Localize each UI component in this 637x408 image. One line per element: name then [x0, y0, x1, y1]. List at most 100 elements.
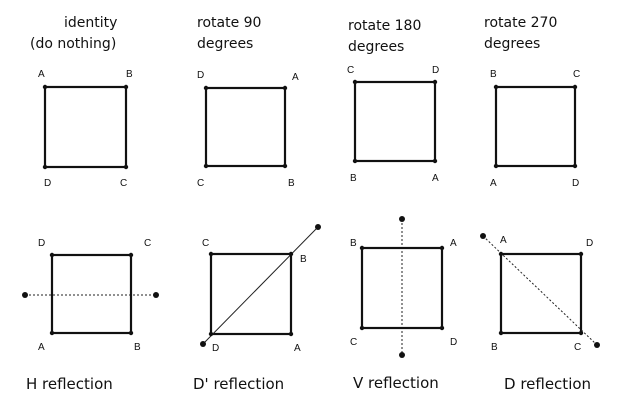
- vertex-label-bottom-right: C: [574, 342, 581, 353]
- vertex-label-top-right: D: [586, 238, 593, 249]
- vertex-dot: [493, 163, 499, 169]
- vertex-label-bottom-left: C: [197, 178, 204, 189]
- panel-caption: D reflection: [504, 375, 591, 393]
- vertex-label-bottom-left: D: [212, 343, 219, 354]
- vertex-label-top-left: C: [347, 65, 354, 76]
- axis-end-dot: [315, 224, 321, 230]
- vertex-dot: [282, 163, 288, 169]
- vertex-dot: [123, 84, 129, 90]
- vertex-label-bottom-right: B: [288, 178, 295, 189]
- panel-title-line: rotate 270: [484, 15, 557, 31]
- square: [499, 252, 583, 335]
- panel-title-line: rotate 90: [197, 15, 261, 31]
- panel-title-line: rotate 180: [348, 18, 421, 34]
- axis-end-dot: [399, 216, 405, 222]
- vertex-dot: [42, 84, 48, 90]
- panel-caption: H reflection: [26, 375, 113, 393]
- vertex-dot: [578, 251, 584, 257]
- vertex-dot: [288, 331, 294, 337]
- vertex-dot: [203, 85, 209, 91]
- axis-end-dot: [594, 342, 600, 348]
- axis-end-dot: [22, 292, 28, 298]
- diagram-canvas: identity (do nothing) A B D C rotate 90 …: [22, 15, 600, 393]
- vertex-label-top-left: B: [490, 69, 497, 80]
- axis-end-dot: [153, 292, 159, 298]
- vertex-label-bottom-left: D: [44, 178, 51, 189]
- panel-h-reflection: D C A B H reflection: [22, 238, 159, 393]
- axis-end-dot: [399, 352, 405, 358]
- vertex-label-bottom-left: C: [350, 337, 357, 348]
- vertex-dot: [203, 163, 209, 169]
- vertex-dot: [288, 251, 294, 257]
- vertex-label-bottom-right: A: [294, 343, 301, 354]
- vertex-label-top-left: C: [202, 238, 209, 249]
- panel-caption: V reflection: [353, 374, 439, 392]
- vertex-dot: [128, 252, 134, 258]
- panel-d-prime-reflection: C B D A D' reflection: [193, 224, 321, 393]
- vertex-label-top-left: A: [38, 69, 45, 80]
- square: [50, 253, 133, 335]
- vertex-dot: [432, 158, 438, 164]
- vertex-label-top-right: A: [450, 238, 457, 249]
- vertex-label-bottom-right: A: [432, 173, 439, 184]
- square: [204, 86, 287, 168]
- panel-title-line: degrees: [484, 36, 540, 52]
- panel-title-line: (do nothing): [30, 36, 116, 52]
- vertex-label-bottom-left: B: [350, 173, 357, 184]
- vertex-dot: [49, 330, 55, 336]
- vertex-label-bottom-right: D: [572, 178, 579, 189]
- panel-rotate-270: rotate 270 degrees B C A D: [484, 15, 580, 189]
- vertex-dot: [498, 251, 504, 257]
- vertex-dot: [572, 84, 578, 90]
- vertex-dot: [572, 163, 578, 169]
- vertex-dot: [439, 325, 445, 331]
- reflection-axis-line: [202, 226, 319, 345]
- vertex-dot: [49, 252, 55, 258]
- vertex-dot: [352, 79, 358, 85]
- panel-d-reflection: A D B C D reflection: [480, 233, 600, 393]
- vertex-label-bottom-left: A: [38, 342, 45, 353]
- panel-identity: identity (do nothing) A B D C: [30, 15, 133, 189]
- vertex-label-top-right: C: [144, 238, 151, 249]
- vertex-dot: [578, 330, 584, 336]
- vertex-label-top-left: D: [197, 70, 204, 81]
- vertex-label-top-right: D: [432, 65, 439, 76]
- vertex-label-top-right: C: [573, 69, 580, 80]
- vertex-dot: [359, 325, 365, 331]
- square: [43, 85, 128, 169]
- vertex-label-bottom-right: B: [134, 342, 141, 353]
- vertex-dot: [439, 245, 445, 251]
- axis-end-dot: [480, 233, 486, 239]
- panel-rotate-90: rotate 90 degrees D A C B: [197, 15, 299, 189]
- vertex-dot: [208, 331, 214, 337]
- symmetry-diagram: identity (do nothing) A B D C rotate 90 …: [0, 0, 637, 408]
- panel-v-reflection: B A C D V reflection: [350, 216, 457, 392]
- vertex-dot: [123, 164, 129, 170]
- vertex-label-top-right: B: [300, 254, 307, 265]
- vertex-label-top-right: B: [126, 69, 133, 80]
- vertex-label-bottom-right: D: [450, 337, 457, 348]
- vertex-dot: [282, 85, 288, 91]
- vertex-label-top-right: A: [292, 72, 299, 83]
- vertex-label-bottom-left: B: [491, 342, 498, 353]
- panel-caption: D' reflection: [193, 375, 284, 393]
- vertex-label-bottom-left: A: [490, 178, 497, 189]
- vertex-dot: [359, 245, 365, 251]
- vertex-label-top-left: B: [350, 238, 357, 249]
- square: [353, 80, 437, 163]
- vertex-label-top-left: D: [38, 238, 45, 249]
- vertex-dot: [128, 330, 134, 336]
- vertex-dot: [493, 84, 499, 90]
- square: [494, 85, 577, 168]
- axis-end-dot: [200, 341, 206, 347]
- panel-title-line: degrees: [348, 39, 404, 55]
- panel-title-line: degrees: [197, 36, 253, 52]
- vertex-dot: [432, 79, 438, 85]
- vertex-dot: [498, 330, 504, 336]
- vertex-dot: [208, 251, 214, 257]
- panel-rotate-180: rotate 180 degrees C D B A: [347, 18, 439, 184]
- vertex-label-bottom-right: C: [120, 178, 127, 189]
- panel-title-line: identity: [64, 15, 117, 31]
- vertex-dot: [42, 164, 48, 170]
- vertex-dot: [352, 158, 358, 164]
